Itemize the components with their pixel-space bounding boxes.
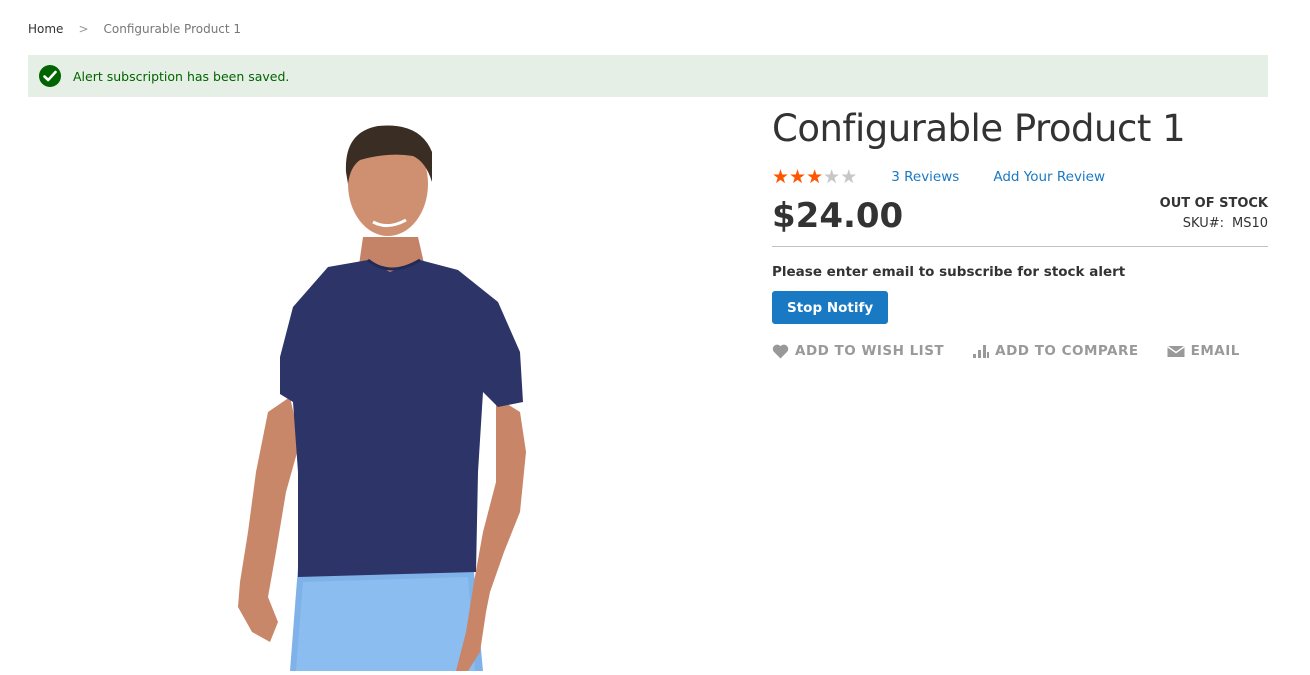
price-row: $24.00 OUT OF STOCK SKU#: MS10	[772, 194, 1268, 246]
email-label: EMAIL	[1190, 343, 1240, 359]
star-empty-icon: ★	[840, 166, 858, 188]
product-social-links: ADD TO WISH LIST ADD TO COMPARE EMAIL	[772, 343, 1268, 359]
breadcrumb: Home > Configurable Product 1	[28, 22, 241, 36]
star-filled-icon: ★	[772, 166, 790, 188]
reviews-count-link[interactable]: 3 Reviews	[891, 169, 959, 185]
success-message-text: Alert subscription has been saved.	[73, 68, 290, 84]
add-to-wishlist-link[interactable]: ADD TO WISH LIST	[772, 343, 944, 359]
add-to-compare-label: ADD TO COMPARE	[995, 343, 1139, 359]
product-info: Configurable Product 1 ★ ★ ★ ★ ★ 3 Reviews A…	[772, 105, 1268, 359]
page-title: Configurable Product 1	[772, 107, 1186, 150]
product-price: $24.00	[772, 196, 904, 236]
product-image[interactable]	[28, 112, 748, 671]
success-message: Alert subscription has been saved.	[28, 55, 1268, 97]
stock-status: OUT OF STOCK	[1159, 196, 1268, 211]
breadcrumb-home-link[interactable]: Home	[28, 22, 63, 36]
stock-info: OUT OF STOCK SKU#: MS10	[1160, 194, 1268, 246]
product-reviews-summary: ★ ★ ★ ★ ★ 3 Reviews Add Your Review	[772, 166, 1268, 188]
check-circle-icon	[39, 65, 61, 87]
sku: SKU#: MS10	[1160, 216, 1268, 231]
breadcrumb-separator-icon: >	[78, 22, 89, 36]
envelope-icon	[1166, 345, 1185, 357]
add-review-link[interactable]: Add Your Review	[993, 169, 1105, 185]
add-to-compare-link[interactable]: ADD TO COMPARE	[972, 343, 1138, 359]
product-photo	[238, 125, 526, 671]
star-filled-icon: ★	[806, 166, 824, 188]
compare-bars-icon	[973, 344, 990, 358]
add-to-wishlist-label: ADD TO WISH LIST	[795, 343, 945, 359]
divider	[772, 246, 1268, 247]
sku-value: MS10	[1231, 216, 1268, 231]
heart-icon	[772, 344, 789, 358]
breadcrumb-current: Configurable Product 1	[103, 22, 242, 36]
rating-stars: ★ ★ ★ ★ ★	[772, 166, 858, 188]
star-filled-icon: ★	[789, 166, 807, 188]
stock-alert-label: Please enter email to subscribe for stoc…	[772, 264, 1126, 280]
star-empty-icon: ★	[823, 166, 841, 188]
email-link[interactable]: EMAIL	[1166, 343, 1240, 359]
stop-notify-button[interactable]: Stop Notify	[772, 291, 889, 324]
sku-label: SKU#:	[1182, 216, 1224, 231]
